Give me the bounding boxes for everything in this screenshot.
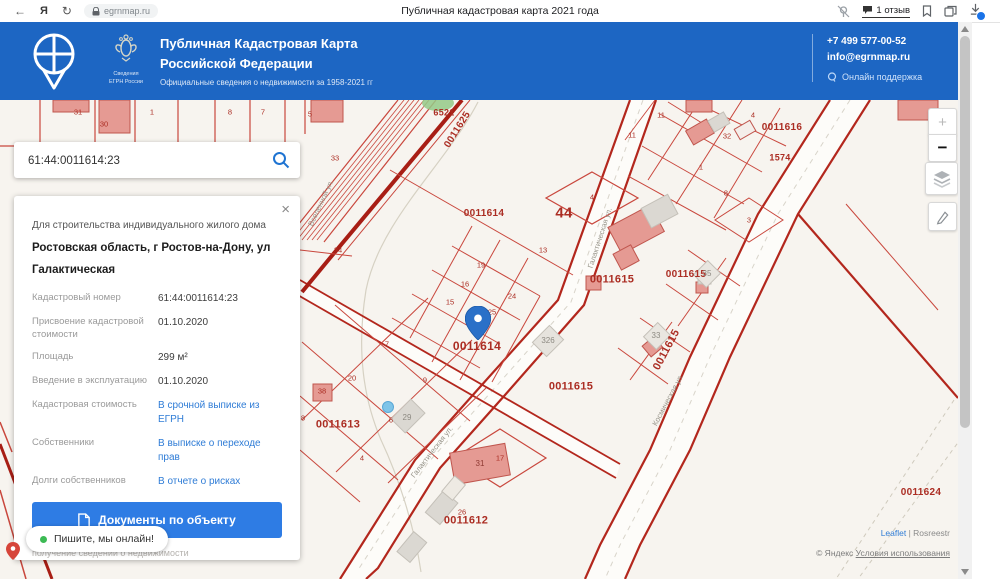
layers-icon [932,170,952,188]
header-contacts: +7 499 577-00-52 info@egrnmap.ru Онлайн … [812,34,977,82]
pond-dot [383,402,394,413]
info-field-row: Долги собственниковВ отчете о рисках [32,475,282,489]
lock-icon [92,7,100,16]
chat-widget[interactable]: Пишите, мы онлайн! [26,526,168,552]
egrn-emblem: Сведения ЕГРН России [102,32,150,86]
coat-of-arms-icon [111,32,141,64]
collections-icon[interactable] [944,5,957,17]
yandex-attribution: © Яндекс Условия использования [816,548,950,558]
parcel-purpose: Для строительства индивидуального жилого… [32,220,282,231]
reviews-label: 1 отзыв [876,5,910,16]
address-bar[interactable]: egrnmap.ru [84,4,158,18]
chat-status-text: Пишите, мы онлайн! [54,533,154,545]
site-subtitle: Официальные сведения о недвижимости за 1… [160,78,373,87]
field-value-link[interactable]: В отчете о рисках [158,475,282,489]
scrollbar-down-arrow[interactable] [961,569,969,575]
info-field-row: Площадь299 м² [32,351,282,365]
refresh-icon[interactable]: ↻ [62,4,72,18]
chat-pin-icon [6,542,20,560]
field-value: 01.10.2020 [158,316,282,342]
browser-bar: ← Я ↻ egrnmap.ru Публичная кадастровая к… [0,0,1000,23]
provider-link[interactable]: Rosreestr [913,528,950,538]
info-field-row: Введение в эксплуатацию01.10.2020 [32,375,282,389]
screen: ← Я ↻ egrnmap.ru Публичная кадастровая к… [0,0,1000,579]
field-value-link[interactable]: В выписке о переходе прав [158,437,282,465]
page-scrollbar [958,22,972,579]
field-value: 61:44:0011614:23 [158,292,282,306]
field-label: Долги собственников [32,475,158,489]
field-label: Площадь [32,351,158,365]
selected-parcel-pin-icon[interactable] [465,306,491,340]
map-pin-logo-icon [26,30,82,92]
online-status-dot [40,536,47,543]
scrollbar-thumb[interactable] [960,36,970,428]
zoom-in-button[interactable]: + [928,108,957,135]
site-title: Публичная Кадастровая Карта Российской Ф… [160,34,358,73]
emblem-caption: Сведения ЕГРН России [102,71,150,86]
pencil-icon [935,209,951,225]
site-header: Сведения ЕГРН России Публичная Кадастров… [0,22,958,100]
field-label: Кадастровый номер [32,292,158,306]
search-input[interactable] [26,142,260,180]
search-panel [14,142,300,178]
pin-disabled-icon[interactable] [837,5,850,18]
parcel-info-panel: × Для строительства индивидуального жило… [14,196,300,560]
info-field-row: Кадастровая стоимостьВ срочной выписке и… [32,399,282,427]
download-badge [976,11,986,21]
reviews-button[interactable]: 1 отзыв [862,5,910,18]
yandex-browser-icon[interactable]: Я [40,5,48,17]
field-label: Собственники [32,437,158,465]
info-field-row: Кадастровый номер61:44:0011614:23 [32,292,282,306]
email-link[interactable]: info@egrnmap.ru [827,50,977,66]
measure-button[interactable] [928,202,957,231]
online-support-link[interactable]: Онлайн поддержка [827,72,977,82]
field-value: 299 м² [158,351,282,365]
layers-button[interactable] [925,162,958,195]
field-label: Кадастровая стоимость [32,399,158,427]
scrollbar-up-arrow[interactable] [961,26,969,32]
terms-link[interactable]: Условия использования [856,548,950,558]
url-text: egrnmap.ru [104,6,150,16]
chat-icon [827,72,837,82]
browser-actions: 1 отзыв [837,0,982,22]
parcel-address: Ростовская область, г Ростов-на-Дону, ул… [32,238,282,282]
bookmark-icon[interactable] [922,5,932,17]
info-field-row: СобственникиВ выписке о переходе прав [32,437,282,465]
field-value-link[interactable]: В срочной выписке из ЕГРН [158,399,282,427]
download-button[interactable] [969,3,982,19]
zoom-out-button[interactable]: − [928,134,957,162]
close-icon[interactable]: × [281,202,290,217]
field-label: Присвоение кадастровой стоимости [32,316,158,342]
back-icon[interactable]: ← [14,4,26,18]
review-bubble-icon [862,5,873,15]
phone-number: +7 499 577-00-52 [827,34,977,50]
search-icon[interactable] [272,151,290,169]
field-value: 01.10.2020 [158,375,282,389]
info-fields: Кадастровый номер61:44:0011614:23Присвое… [32,292,282,490]
info-field-row: Присвоение кадастровой стоимости01.10.20… [32,316,282,342]
map-attribution: Leaflet | Rosreestr [881,528,950,538]
leaflet-link[interactable]: Leaflet [881,528,907,538]
field-label: Введение в эксплуатацию [32,375,158,389]
